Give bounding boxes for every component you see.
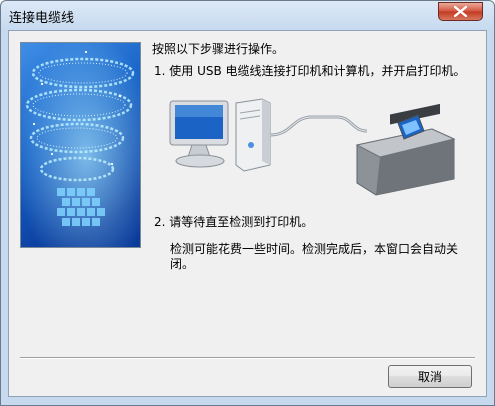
cancel-button[interactable]: 取消 xyxy=(388,365,472,388)
printer-icon xyxy=(355,103,456,196)
intro-text: 按照以下步骤进行操作。 xyxy=(152,42,285,56)
dialog-client-area: 按照以下步骤进行操作。 1. 使用 USB 电缆线连接打印机和计算机，并开启打印… xyxy=(8,30,487,397)
computer-icon xyxy=(169,98,271,172)
dialog-window: 连接电缆线 按照以下步骤进行操作。 1. 使用 USB 电缆线连接打印机和计算机… xyxy=(0,0,495,406)
detection-note-line-1: 检测可能花费一些时间。检测完成后，本窗口会自动关 xyxy=(170,242,459,256)
detection-note-line-2: 闭。 xyxy=(170,257,195,271)
usb-cable-icon xyxy=(269,115,368,137)
window-title: 连接电缆线 xyxy=(9,11,75,26)
decorative-art-panel xyxy=(20,42,141,248)
title-bar[interactable]: 连接电缆线 xyxy=(1,1,494,30)
footer-divider xyxy=(20,357,475,359)
connection-illustration xyxy=(162,95,462,218)
close-button[interactable] xyxy=(438,2,483,21)
spiral-data-art xyxy=(21,43,140,247)
close-icon xyxy=(454,6,467,17)
step-2-text: 2. 请等待直至检测到打印机。 xyxy=(154,215,314,229)
step-1-text: 1. 使用 USB 电缆线连接打印机和计算机，并开启打印机。 xyxy=(154,64,466,78)
